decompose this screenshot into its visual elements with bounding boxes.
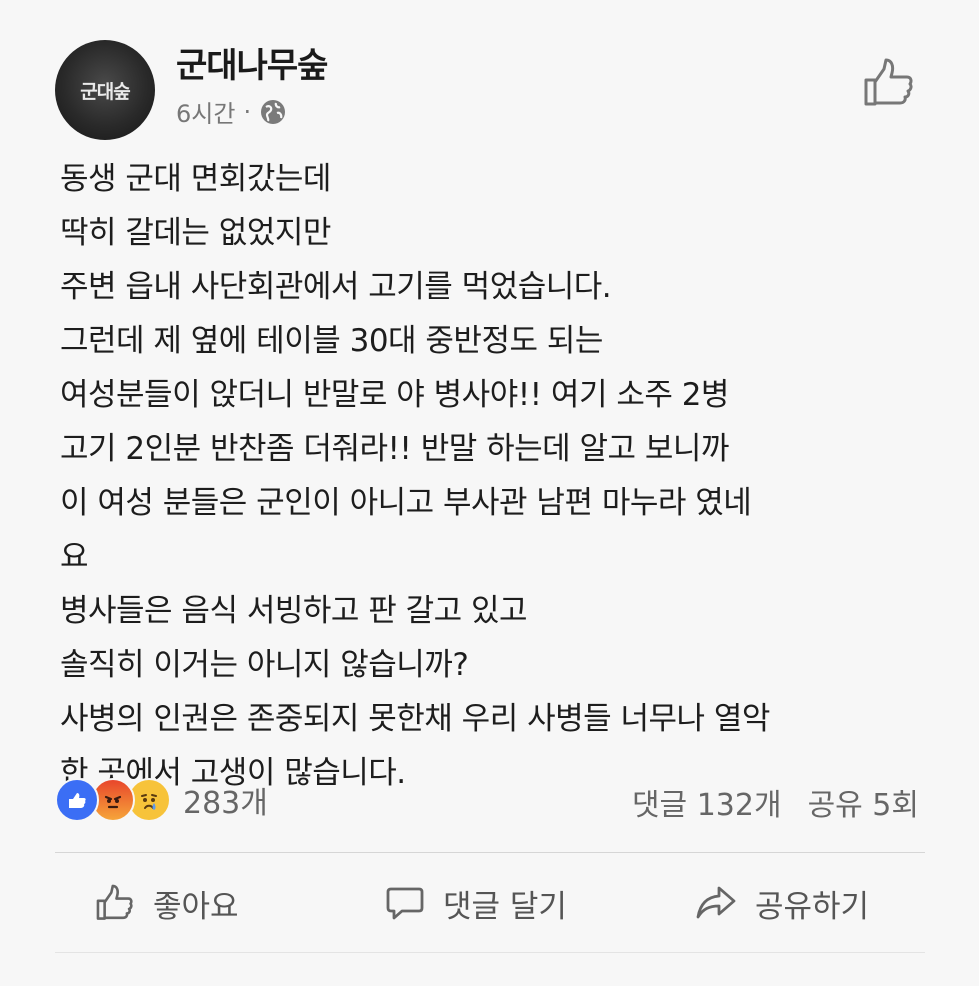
post-time[interactable]: 6시간 <box>176 94 235 129</box>
facebook-post: 군대숲 군대나무숲 6시간 · 동생 군대 면회갔는데 딱히 갈데는 없었지만 … <box>0 0 979 986</box>
post-line: 딱히 갈데는 없었지만 <box>60 215 331 251</box>
share-icon <box>696 886 736 919</box>
like-label: 좋아요 <box>153 888 239 925</box>
globe-icon <box>259 98 287 126</box>
post-body: 동생 군대 면회갔는데 딱히 갈데는 없었지만 주변 읍내 사단회관에서 고기를… <box>60 152 940 800</box>
like-button[interactable]: 좋아요 <box>95 868 239 938</box>
post-line: 동생 군대 면회갔는데 <box>60 161 331 197</box>
comment-button[interactable]: 댓글 달기 <box>385 868 567 938</box>
share-count[interactable]: 공유 5회 <box>808 780 919 824</box>
reactions-summary[interactable]: 283개 <box>55 778 268 822</box>
thumbs-up-icon <box>96 884 133 920</box>
post-line: 솔직히 이거는 아니지 않습니까? <box>60 647 469 683</box>
share-label: 공유하기 <box>755 888 870 925</box>
share-button[interactable]: 공유하기 <box>695 868 869 938</box>
post-line: 그런데 제 옆에 테이블 30대 중반정도 되는 <box>60 323 603 359</box>
page-name[interactable]: 군대나무숲 <box>176 38 328 87</box>
post-line: 사병의 인권은 존중되지 못한채 우리 사병들 너무나 열악 <box>60 701 770 737</box>
like-icon[interactable] <box>862 56 916 110</box>
divider <box>55 852 925 853</box>
action-bar: 좋아요 댓글 달기 공유하기 <box>55 868 925 938</box>
comment-icon <box>386 887 424 920</box>
meta-separator: · <box>243 97 252 126</box>
avatar[interactable]: 군대숲 <box>55 40 155 140</box>
post-meta: 6시간 · <box>176 94 287 129</box>
post-line: 여성분들이 앉더니 반말로 야 병사야!! 여기 소주 2병 <box>60 377 729 413</box>
comment-label: 댓글 달기 <box>443 888 567 925</box>
comment-count[interactable]: 댓글 132개 <box>632 780 782 824</box>
post-line: 요 <box>60 539 89 575</box>
post-line: 병사들은 음식 서빙하고 판 갈고 있고 <box>60 593 528 629</box>
like-reaction-icon <box>55 778 99 822</box>
post-line: 주변 읍내 사단회관에서 고기를 먹었습니다. <box>60 269 612 305</box>
divider <box>55 952 925 953</box>
post-stats: 댓글 132개 공유 5회 <box>632 780 919 824</box>
reaction-count: 283개 <box>183 786 268 821</box>
post-line: 고기 2인분 반찬좀 더줘라!! 반말 하는데 알고 보니까 <box>60 431 729 467</box>
post-line: 이 여성 분들은 군인이 아니고 부사관 남편 마누라 였네 <box>60 485 752 521</box>
avatar-label: 군대숲 <box>80 80 130 103</box>
